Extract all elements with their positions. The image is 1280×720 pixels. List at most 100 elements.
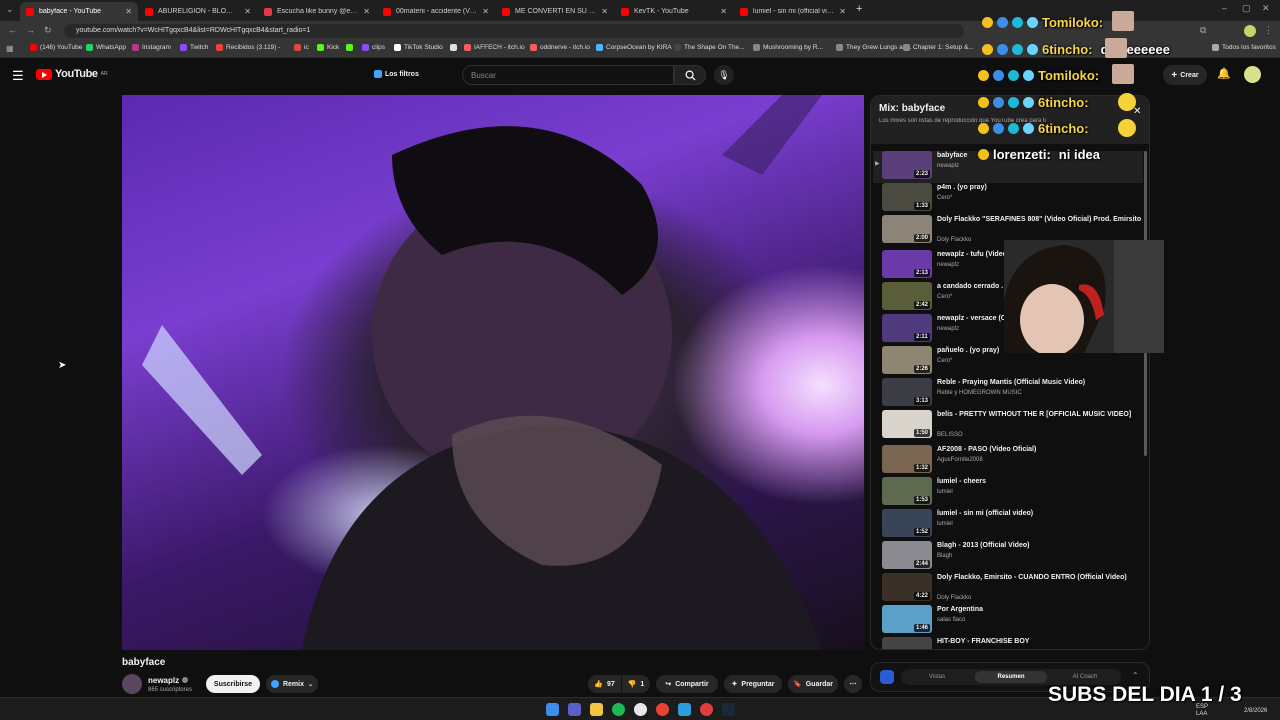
bookmark-item[interactable]: The Shape On The... bbox=[674, 44, 745, 51]
bookmark-item[interactable] bbox=[346, 44, 356, 51]
bookmark-item[interactable]: (146) YouTube bbox=[30, 44, 82, 51]
browser-tab[interactable]: KevTK - YouTube ✕ bbox=[615, 2, 733, 21]
bookmark-favicon-icon bbox=[132, 44, 139, 51]
collapse-icon[interactable]: ⌃ bbox=[1132, 671, 1139, 680]
bookmark-item[interactable]: IAFFECH - itch.io bbox=[464, 44, 525, 51]
obs-icon[interactable] bbox=[634, 703, 647, 716]
thumbs-up-icon: 👍 bbox=[594, 681, 603, 688]
browser-tab[interactable]: ABURELIGION - BLOW (Video ✕ bbox=[139, 2, 257, 21]
channel-name[interactable]: newaplz bbox=[148, 676, 179, 685]
hamburger-menu-icon[interactable]: ☰ bbox=[12, 68, 24, 84]
profile-avatar[interactable] bbox=[1244, 25, 1256, 37]
ask-button[interactable]: ✦ Preguntar bbox=[724, 675, 782, 693]
app-icon[interactable] bbox=[700, 703, 713, 716]
playlist-item[interactable]: 1:32 AF2008 - PASO (Video Oficial) AgusFor… bbox=[881, 445, 1143, 477]
playlist-item-title: Doly Flackko "SERAFINES 808" (Video Ofic… bbox=[937, 216, 1142, 223]
create-button[interactable]: + Crear bbox=[1163, 65, 1207, 85]
playlist-item[interactable]: 1:46 Por Argentina salas flaco bbox=[881, 605, 1143, 637]
more-actions-button[interactable]: ⋯ bbox=[844, 675, 862, 693]
clock-date[interactable]: 2/8/2026 bbox=[1244, 708, 1267, 714]
close-tab-icon[interactable]: ✕ bbox=[482, 7, 489, 16]
bookmark-item[interactable]: Instagram bbox=[132, 44, 171, 51]
search-button[interactable] bbox=[674, 65, 706, 85]
playlist-item[interactable]: 2:44 Blagh - 2013 (Official Video) Blagh bbox=[881, 541, 1143, 573]
browser-tab[interactable]: babyface - YouTube ✕ bbox=[20, 2, 138, 21]
bookmark-item[interactable]: Mushrooming by R... bbox=[753, 44, 823, 51]
playlist-item-channel: Doly Flackko bbox=[937, 595, 972, 601]
close-window-icon[interactable]: ✕ bbox=[1262, 3, 1270, 14]
bookmark-item[interactable] bbox=[450, 44, 460, 51]
bookmark-item[interactable]: Kick bbox=[317, 44, 339, 51]
close-playlist-icon[interactable]: ✕ bbox=[1133, 106, 1141, 117]
tab-favicon-icon bbox=[264, 7, 272, 16]
close-tab-icon[interactable]: ✕ bbox=[363, 7, 370, 16]
windows-start-icon[interactable] bbox=[546, 703, 559, 716]
save-button[interactable]: 🔖 Guardar bbox=[788, 675, 838, 693]
steam-icon[interactable] bbox=[722, 703, 735, 716]
file-explorer-icon[interactable] bbox=[590, 703, 603, 716]
maximize-icon[interactable]: ▢ bbox=[1242, 3, 1251, 14]
voice-search-button[interactable]: 🎙 bbox=[714, 65, 734, 85]
playlist-item[interactable]: 1:52 lumiel - sin mi (official video) lumi… bbox=[881, 509, 1143, 541]
spotify-icon[interactable] bbox=[612, 703, 625, 716]
playlist-item-channel: newaplz bbox=[937, 326, 960, 332]
bookmark-item[interactable]: ic bbox=[294, 44, 309, 51]
playlist-item[interactable]: 4:22 Doly Flackko, Emirsito - CUANDO ENTR… bbox=[881, 573, 1143, 605]
chat-badge-icon bbox=[1012, 17, 1023, 28]
dislike-button[interactable]: 👎 1 bbox=[622, 675, 650, 693]
playlist-item[interactable]: 3:13 Reble - Praying Mantis (Official Mus… bbox=[881, 378, 1143, 410]
playlist-item[interactable]: 1:50 belis - PRETTY WITHOUT THE R [OFFICI… bbox=[881, 410, 1143, 442]
like-button[interactable]: 👍 97 bbox=[588, 675, 621, 693]
browser-menu-icon[interactable]: ⋮ bbox=[1264, 25, 1273, 36]
bookmark-item[interactable]: Recibidos (3.119) - bbox=[216, 44, 280, 51]
ai-logo-icon[interactable] bbox=[880, 670, 894, 684]
bookmark-item[interactable]: They Grew Lungs an... bbox=[836, 44, 912, 51]
close-tab-icon[interactable]: ✕ bbox=[244, 7, 251, 16]
search-input[interactable]: Buscar bbox=[462, 65, 674, 85]
filters-button[interactable]: Los filtros bbox=[374, 70, 419, 78]
close-tab-icon[interactable]: ✕ bbox=[125, 7, 132, 16]
forward-icon[interactable]: → bbox=[26, 25, 35, 35]
apps-icon[interactable]: ▦ bbox=[6, 44, 14, 53]
chrome-icon[interactable] bbox=[656, 703, 669, 716]
new-tab-icon[interactable]: + bbox=[856, 3, 862, 15]
minimize-icon[interactable]: – bbox=[1222, 3, 1227, 13]
channel-avatar[interactable] bbox=[122, 674, 142, 694]
edge-icon[interactable] bbox=[678, 703, 691, 716]
browser-tab[interactable]: ME CONVERTI EN SU PERRO ✕ bbox=[496, 2, 614, 21]
ai-tab[interactable]: Vistas bbox=[901, 671, 973, 683]
bookmark-item[interactable]: Twitch bbox=[180, 44, 208, 51]
playlist-item[interactable]: 1:53 lumiel - cheers lumiel bbox=[881, 477, 1143, 509]
all-bookmarks[interactable]: Todos los favoritos bbox=[1212, 44, 1276, 51]
url-field[interactable]: youtube.com/watch?v=WcHITgqxcB4&list=RDW… bbox=[64, 24, 964, 38]
share-button[interactable]: ↪ Compartir bbox=[656, 675, 718, 693]
user-avatar[interactable] bbox=[1244, 66, 1261, 83]
remix-button[interactable]: Remix ⌄ bbox=[266, 675, 318, 693]
close-tab-icon[interactable]: ✕ bbox=[720, 7, 727, 16]
video-player[interactable] bbox=[122, 95, 864, 650]
bookmark-item[interactable]: TikTok Studio bbox=[394, 44, 443, 51]
close-tab-icon[interactable]: ✕ bbox=[839, 7, 846, 16]
playlist-item[interactable]: 1:33 p4m . (yo pray) Cero* bbox=[881, 183, 1143, 215]
bookmark-item[interactable]: CorpseOcean by KIRA bbox=[596, 44, 672, 51]
bookmark-item[interactable]: clips bbox=[362, 44, 385, 51]
browser-tab[interactable]: 00materii - accidente (Video ✕ bbox=[377, 2, 495, 21]
browser-tab[interactable]: lumiel - sin mi (official video) ✕ bbox=[734, 2, 852, 21]
back-icon[interactable]: ← bbox=[8, 25, 17, 35]
close-tab-icon[interactable]: ✕ bbox=[601, 7, 608, 16]
subscribe-button[interactable]: Suscribirse bbox=[206, 675, 260, 693]
tab-favicon-icon bbox=[502, 7, 510, 16]
ai-tab[interactable]: AI Coach bbox=[1049, 671, 1121, 683]
bookmark-item[interactable]: Chapter 1: Setup &... bbox=[903, 44, 974, 51]
playlist-item[interactable]: HIT-BOY - FRANCHISE BOY bbox=[881, 637, 1143, 649]
notifications-bell-icon[interactable]: 🔔 bbox=[1217, 67, 1231, 80]
bookmark-item[interactable]: oddnerve - itch.io bbox=[530, 44, 590, 51]
browser-tab[interactable]: Escucha like bunny @effywar ✕ bbox=[258, 2, 376, 21]
ai-tab[interactable]: Resumen bbox=[975, 671, 1047, 683]
bookmark-item[interactable]: WhatsApp bbox=[86, 44, 126, 51]
teams-icon[interactable] bbox=[568, 703, 581, 716]
youtube-logo[interactable]: YouTube AR bbox=[36, 68, 108, 80]
reload-icon[interactable]: ↻ bbox=[44, 25, 52, 36]
tab-menu-icon[interactable]: ⌄ bbox=[6, 4, 14, 15]
extensions-icon[interactable]: ⧉ bbox=[1200, 25, 1206, 36]
